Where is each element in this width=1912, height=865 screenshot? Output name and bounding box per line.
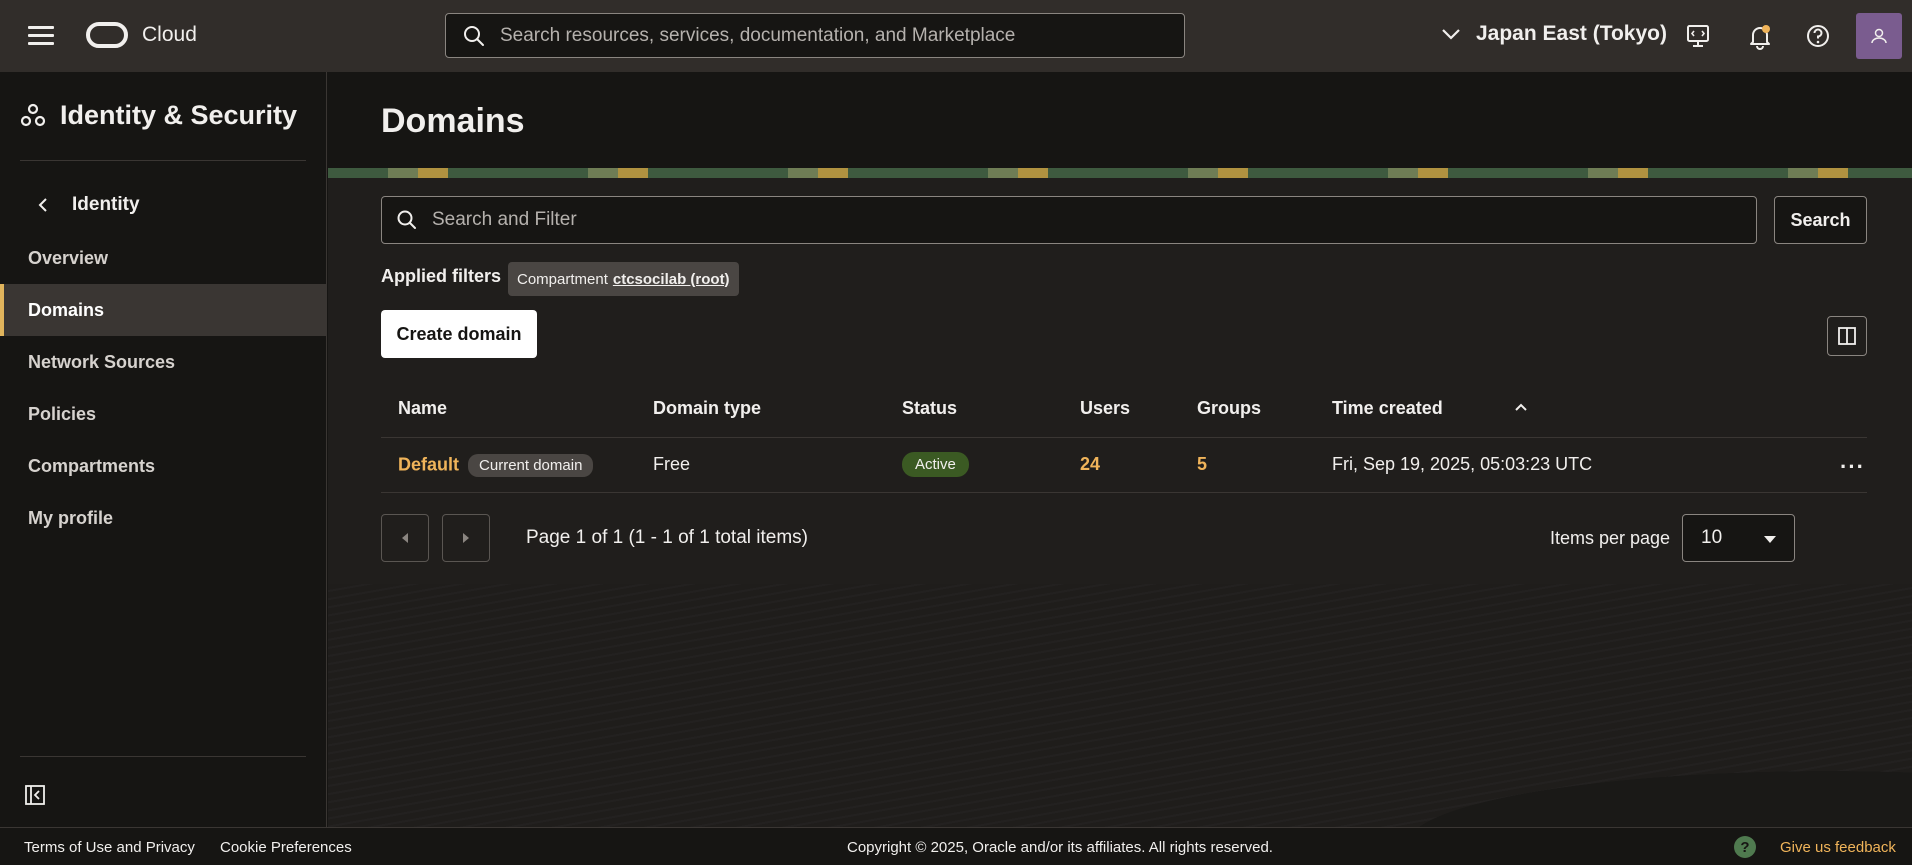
- main-content: Domains Search Applied filters Compartme…: [328, 72, 1912, 827]
- table-row: Default Current domain Free Active 24 5 …: [381, 438, 1867, 493]
- sidebar-divider: [20, 160, 306, 161]
- pagination: Page 1 of 1 (1 - 1 of 1 total items) Ite…: [381, 514, 1867, 562]
- time-created-cell: Fri, Sep 19, 2025, 05:03:23 UTC: [1332, 454, 1593, 474]
- global-search-input[interactable]: [500, 24, 1180, 47]
- sidebar-title: Identity & Security: [60, 100, 298, 130]
- search-icon: [397, 210, 416, 229]
- brand-name[interactable]: Cloud: [142, 23, 197, 47]
- sort-ascending-icon[interactable]: [1514, 402, 1528, 412]
- columns-icon: [1838, 327, 1856, 345]
- menu-icon[interactable]: [28, 26, 54, 46]
- identity-security-icon: [20, 103, 46, 126]
- column-header-status[interactable]: Status: [902, 398, 957, 419]
- sidebar-header: Identity & Security: [20, 100, 297, 131]
- chevron-left-icon: [38, 198, 47, 212]
- sidebar-item-compartments[interactable]: Compartments: [0, 440, 327, 492]
- bell-icon[interactable]: [1746, 22, 1774, 50]
- caret-left-icon: [402, 533, 408, 543]
- users-count-link[interactable]: 24: [1080, 454, 1100, 475]
- applied-filters-label: Applied filters: [381, 266, 502, 286]
- items-per-page-select[interactable]: 10: [1682, 514, 1795, 562]
- sidebar-back-label: Identity: [72, 194, 140, 215]
- table-header: Name Domain type Status Users Groups Tim…: [381, 378, 1867, 438]
- items-per-page-value: 10: [1701, 527, 1723, 548]
- sidebar-item-label: Domains: [28, 299, 105, 320]
- terms-link[interactable]: Terms of Use and Privacy: [24, 839, 195, 856]
- filter-chip-compartment: Compartment ctcsocilab (root): [508, 262, 739, 296]
- sidebar-item-label: Compartments: [28, 455, 156, 476]
- sidebar-item-policies[interactable]: Policies: [0, 388, 327, 440]
- search-button[interactable]: Search: [1774, 196, 1867, 244]
- sidebar-back-identity[interactable]: Identity: [36, 194, 140, 216]
- cookie-preferences-link[interactable]: Cookie Preferences: [220, 839, 352, 856]
- column-header-time-created[interactable]: Time created: [1332, 398, 1443, 419]
- give-feedback-link[interactable]: Give us feedback: [1780, 839, 1896, 856]
- filter-search-input[interactable]: [432, 209, 1732, 231]
- copyright-text: Copyright © 2025, Oracle and/or its affi…: [847, 839, 1273, 856]
- filter-chip-label: Compartment: [517, 270, 608, 288]
- sidebar-item-network-sources[interactable]: Network Sources: [0, 336, 327, 388]
- background-texture: [328, 584, 1912, 827]
- sidebar-item-label: Network Sources: [28, 351, 176, 372]
- filter-chip-value[interactable]: ctcsocilab (root): [613, 271, 730, 288]
- next-page-button[interactable]: [442, 514, 490, 562]
- domain-type-cell: Free: [653, 454, 691, 474]
- create-domain-button[interactable]: Create domain: [381, 310, 537, 358]
- sidebar: Identity & Security Identity Overview Do…: [0, 72, 327, 827]
- sidebar-item-domains[interactable]: Domains: [0, 284, 327, 336]
- search-icon: [464, 25, 484, 46]
- column-settings-button[interactable]: [1827, 316, 1867, 356]
- top-bar: Cloud Japan East (Tokyo): [0, 0, 1912, 72]
- feedback-help-icon[interactable]: ?: [1734, 836, 1756, 858]
- region-label: Japan East (Tokyo): [1476, 22, 1667, 45]
- page-header: Domains: [328, 72, 1912, 168]
- status-badge: Active: [902, 452, 969, 477]
- cloud-shell-icon[interactable]: [1684, 22, 1712, 50]
- column-header-groups[interactable]: Groups: [1197, 398, 1261, 419]
- groups-count-link[interactable]: 5: [1197, 454, 1207, 475]
- domains-table: Name Domain type Status Users Groups Tim…: [381, 378, 1867, 493]
- sidebar-item-label: Overview: [28, 247, 109, 268]
- sidebar-item-label: Policies: [28, 403, 97, 424]
- filter-search[interactable]: [381, 196, 1757, 244]
- banner-decoration: [328, 168, 1912, 178]
- sidebar-item-label: My profile: [28, 507, 114, 528]
- dropdown-caret-icon: [1764, 536, 1776, 543]
- oracle-logo[interactable]: [86, 22, 128, 48]
- column-header-users[interactable]: Users: [1080, 398, 1130, 419]
- chevron-down-icon: [1442, 29, 1460, 40]
- page-title: Domains: [381, 102, 525, 140]
- global-search[interactable]: [445, 13, 1185, 58]
- column-header-name[interactable]: Name: [398, 398, 447, 419]
- column-header-domain-type[interactable]: Domain type: [653, 398, 761, 419]
- items-per-page-label: Items per page: [1550, 528, 1671, 548]
- sidebar-item-overview[interactable]: Overview: [0, 232, 327, 284]
- caret-right-icon: [463, 533, 469, 543]
- region-selector[interactable]: Japan East (Tokyo): [1440, 22, 1667, 46]
- collapse-sidebar-icon[interactable]: [24, 784, 46, 806]
- previous-page-button[interactable]: [381, 514, 429, 562]
- help-icon[interactable]: [1804, 22, 1832, 50]
- domain-name-cell: Default Current domain: [398, 454, 594, 477]
- user-icon: [1871, 28, 1887, 44]
- sidebar-item-my-profile[interactable]: My profile: [0, 492, 327, 544]
- domains-panel: Search Applied filters Compartment ctcso…: [328, 178, 1912, 584]
- domain-name-link[interactable]: Default: [398, 454, 459, 474]
- pagination-status: Page 1 of 1 (1 - 1 of 1 total items): [526, 527, 808, 548]
- row-actions-menu-icon[interactable]: ···: [1840, 454, 1865, 480]
- current-domain-badge: Current domain: [468, 454, 594, 477]
- sidebar-divider: [20, 756, 306, 757]
- user-avatar[interactable]: [1856, 13, 1902, 59]
- footer: Terms of Use and Privacy Cookie Preferen…: [0, 827, 1912, 865]
